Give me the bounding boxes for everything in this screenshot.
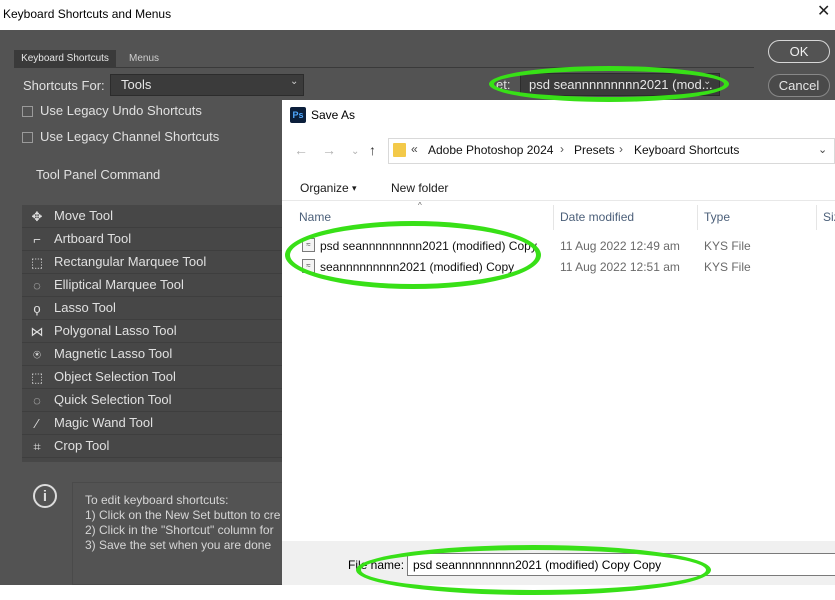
- tool-label: Lasso Tool: [54, 300, 116, 315]
- file-date: 11 Aug 2022 12:51 am: [560, 260, 680, 274]
- column-divider[interactable]: [553, 205, 554, 230]
- annotation-circle-filename: [356, 545, 711, 595]
- column-divider[interactable]: [697, 205, 698, 230]
- save-as-dialog: [282, 100, 835, 585]
- tool-row-polygonal-lasso[interactable]: ⋈ Polygonal Lasso Tool: [22, 320, 287, 343]
- object-selection-icon: ⬚: [30, 370, 44, 385]
- tool-row-object-selection[interactable]: ⬚ Object Selection Tool: [22, 366, 287, 389]
- up-arrow-icon[interactable]: ↑: [369, 142, 376, 158]
- tool-row-magnetic-lasso[interactable]: ⍟ Magnetic Lasso Tool: [22, 343, 287, 366]
- rect-marquee-icon: ⬚: [30, 255, 44, 270]
- tool-label: Magic Wand Tool: [54, 415, 153, 430]
- breadcrumb-overflow-icon[interactable]: «: [411, 142, 418, 156]
- legacy-channel-checkbox[interactable]: [22, 132, 33, 143]
- column-header-name[interactable]: Name: [299, 210, 331, 224]
- lasso-icon: ϙ: [33, 301, 41, 316]
- annotation-circle-set: [489, 66, 729, 102]
- artboard-icon: ⌐: [33, 232, 41, 247]
- folder-icon: [393, 143, 406, 157]
- column-header-date[interactable]: Date modified: [560, 210, 634, 224]
- breadcrumb-separator-icon: ›: [560, 142, 564, 156]
- annotation-circle-files: [285, 221, 541, 289]
- breadcrumb-presets[interactable]: Presets: [574, 143, 615, 157]
- organize-button[interactable]: Organize: [300, 181, 349, 195]
- polygonal-lasso-icon: ⋈: [30, 324, 44, 339]
- tool-command-list: ✥ Move Tool ⌐ Artboard Tool ⬚ Rectangula…: [22, 205, 287, 462]
- info-icon: i: [33, 484, 57, 508]
- legacy-channel-label: Use Legacy Channel Shortcuts: [40, 129, 220, 144]
- file-type: KYS File: [704, 239, 751, 253]
- tool-row-crop[interactable]: ⌗ Crop Tool: [22, 435, 287, 458]
- tool-label: Rectangular Marquee Tool: [54, 254, 207, 269]
- tool-row-ellipse-marquee[interactable]: ◌ Elliptical Marquee Tool: [22, 274, 287, 297]
- legacy-undo-label: Use Legacy Undo Shortcuts: [40, 103, 202, 118]
- help-text-line: To edit keyboard shortcuts:: [85, 493, 229, 507]
- file-date: 11 Aug 2022 12:49 am: [560, 239, 680, 253]
- shortcuts-for-select[interactable]: Tools: [110, 74, 304, 96]
- address-dropdown-icon[interactable]: ⌄: [818, 143, 827, 156]
- tool-row-lasso[interactable]: ϙ Lasso Tool: [22, 297, 287, 320]
- column-header-size[interactable]: Siz: [823, 210, 835, 224]
- magic-wand-icon: ⁄: [35, 416, 39, 431]
- forward-arrow-icon[interactable]: →: [322, 142, 336, 158]
- tool-row-artboard[interactable]: ⌐ Artboard Tool: [22, 228, 287, 251]
- tool-label: Move Tool: [54, 208, 114, 223]
- magnetic-lasso-icon: ⍟: [33, 347, 41, 362]
- cancel-button[interactable]: Cancel: [768, 74, 830, 97]
- save-as-title: Save As: [311, 108, 356, 122]
- tool-panel-command-header: Tool Panel Command: [36, 167, 161, 182]
- tool-row-magic-wand[interactable]: ⁄ Magic Wand Tool: [22, 412, 287, 435]
- file-type: KYS File: [704, 260, 751, 274]
- new-folder-button[interactable]: New folder: [391, 181, 448, 195]
- close-icon[interactable]: ✕: [817, 4, 830, 20]
- tool-label: Quick Selection Tool: [54, 392, 172, 407]
- back-arrow-icon[interactable]: ←: [294, 142, 308, 158]
- shortcuts-for-label: Shortcuts For:: [23, 78, 105, 93]
- legacy-undo-checkbox[interactable]: [22, 106, 33, 117]
- sort-indicator-icon: ^: [418, 201, 422, 210]
- breadcrumb-photoshop-2024[interactable]: Adobe Photoshop 2024: [428, 143, 553, 157]
- tool-label: Magnetic Lasso Tool: [54, 346, 173, 361]
- column-header-type[interactable]: Type: [704, 210, 730, 224]
- quick-selection-icon: ◌: [33, 393, 41, 408]
- tool-label: Elliptical Marquee Tool: [54, 277, 184, 292]
- tool-row-move[interactable]: ✥ Move Tool: [22, 205, 287, 228]
- tool-label: Crop Tool: [54, 438, 110, 453]
- breadcrumb-separator-icon: ›: [619, 142, 623, 156]
- chevron-down-icon: ⌄: [290, 76, 299, 87]
- column-divider[interactable]: [816, 205, 817, 230]
- tab-keyboard-shortcuts[interactable]: Keyboard Shortcuts: [14, 50, 116, 67]
- organize-dropdown-icon[interactable]: ▾: [352, 183, 357, 194]
- help-text-line: 1) Click on the New Set button to cre: [85, 508, 281, 522]
- crop-icon: ⌗: [33, 439, 41, 454]
- recent-locations-chevron-icon[interactable]: ⌄: [351, 146, 359, 157]
- toolbar-divider: [282, 200, 835, 201]
- breadcrumb-keyboard-shortcuts[interactable]: Keyboard Shortcuts: [634, 143, 739, 157]
- help-text-line: 3) Save the set when you are done: [85, 538, 272, 552]
- tool-label: Polygonal Lasso Tool: [54, 323, 177, 338]
- photoshop-app-icon: Ps: [290, 107, 306, 123]
- ellipse-marquee-icon: ◌: [33, 278, 41, 293]
- window-title: Keyboard Shortcuts and Menus: [3, 7, 172, 21]
- help-text-line: 2) Click in the "Shortcut" column for: [85, 523, 274, 537]
- tool-row-quick-selection[interactable]: ◌ Quick Selection Tool: [22, 389, 287, 412]
- tool-label: Object Selection Tool: [54, 369, 176, 384]
- tool-label: Artboard Tool: [54, 231, 132, 246]
- tab-menus[interactable]: Menus: [119, 50, 169, 67]
- ok-button[interactable]: OK: [768, 40, 830, 63]
- move-icon: ✥: [31, 209, 43, 224]
- tool-row-rect-marquee[interactable]: ⬚ Rectangular Marquee Tool: [22, 251, 287, 274]
